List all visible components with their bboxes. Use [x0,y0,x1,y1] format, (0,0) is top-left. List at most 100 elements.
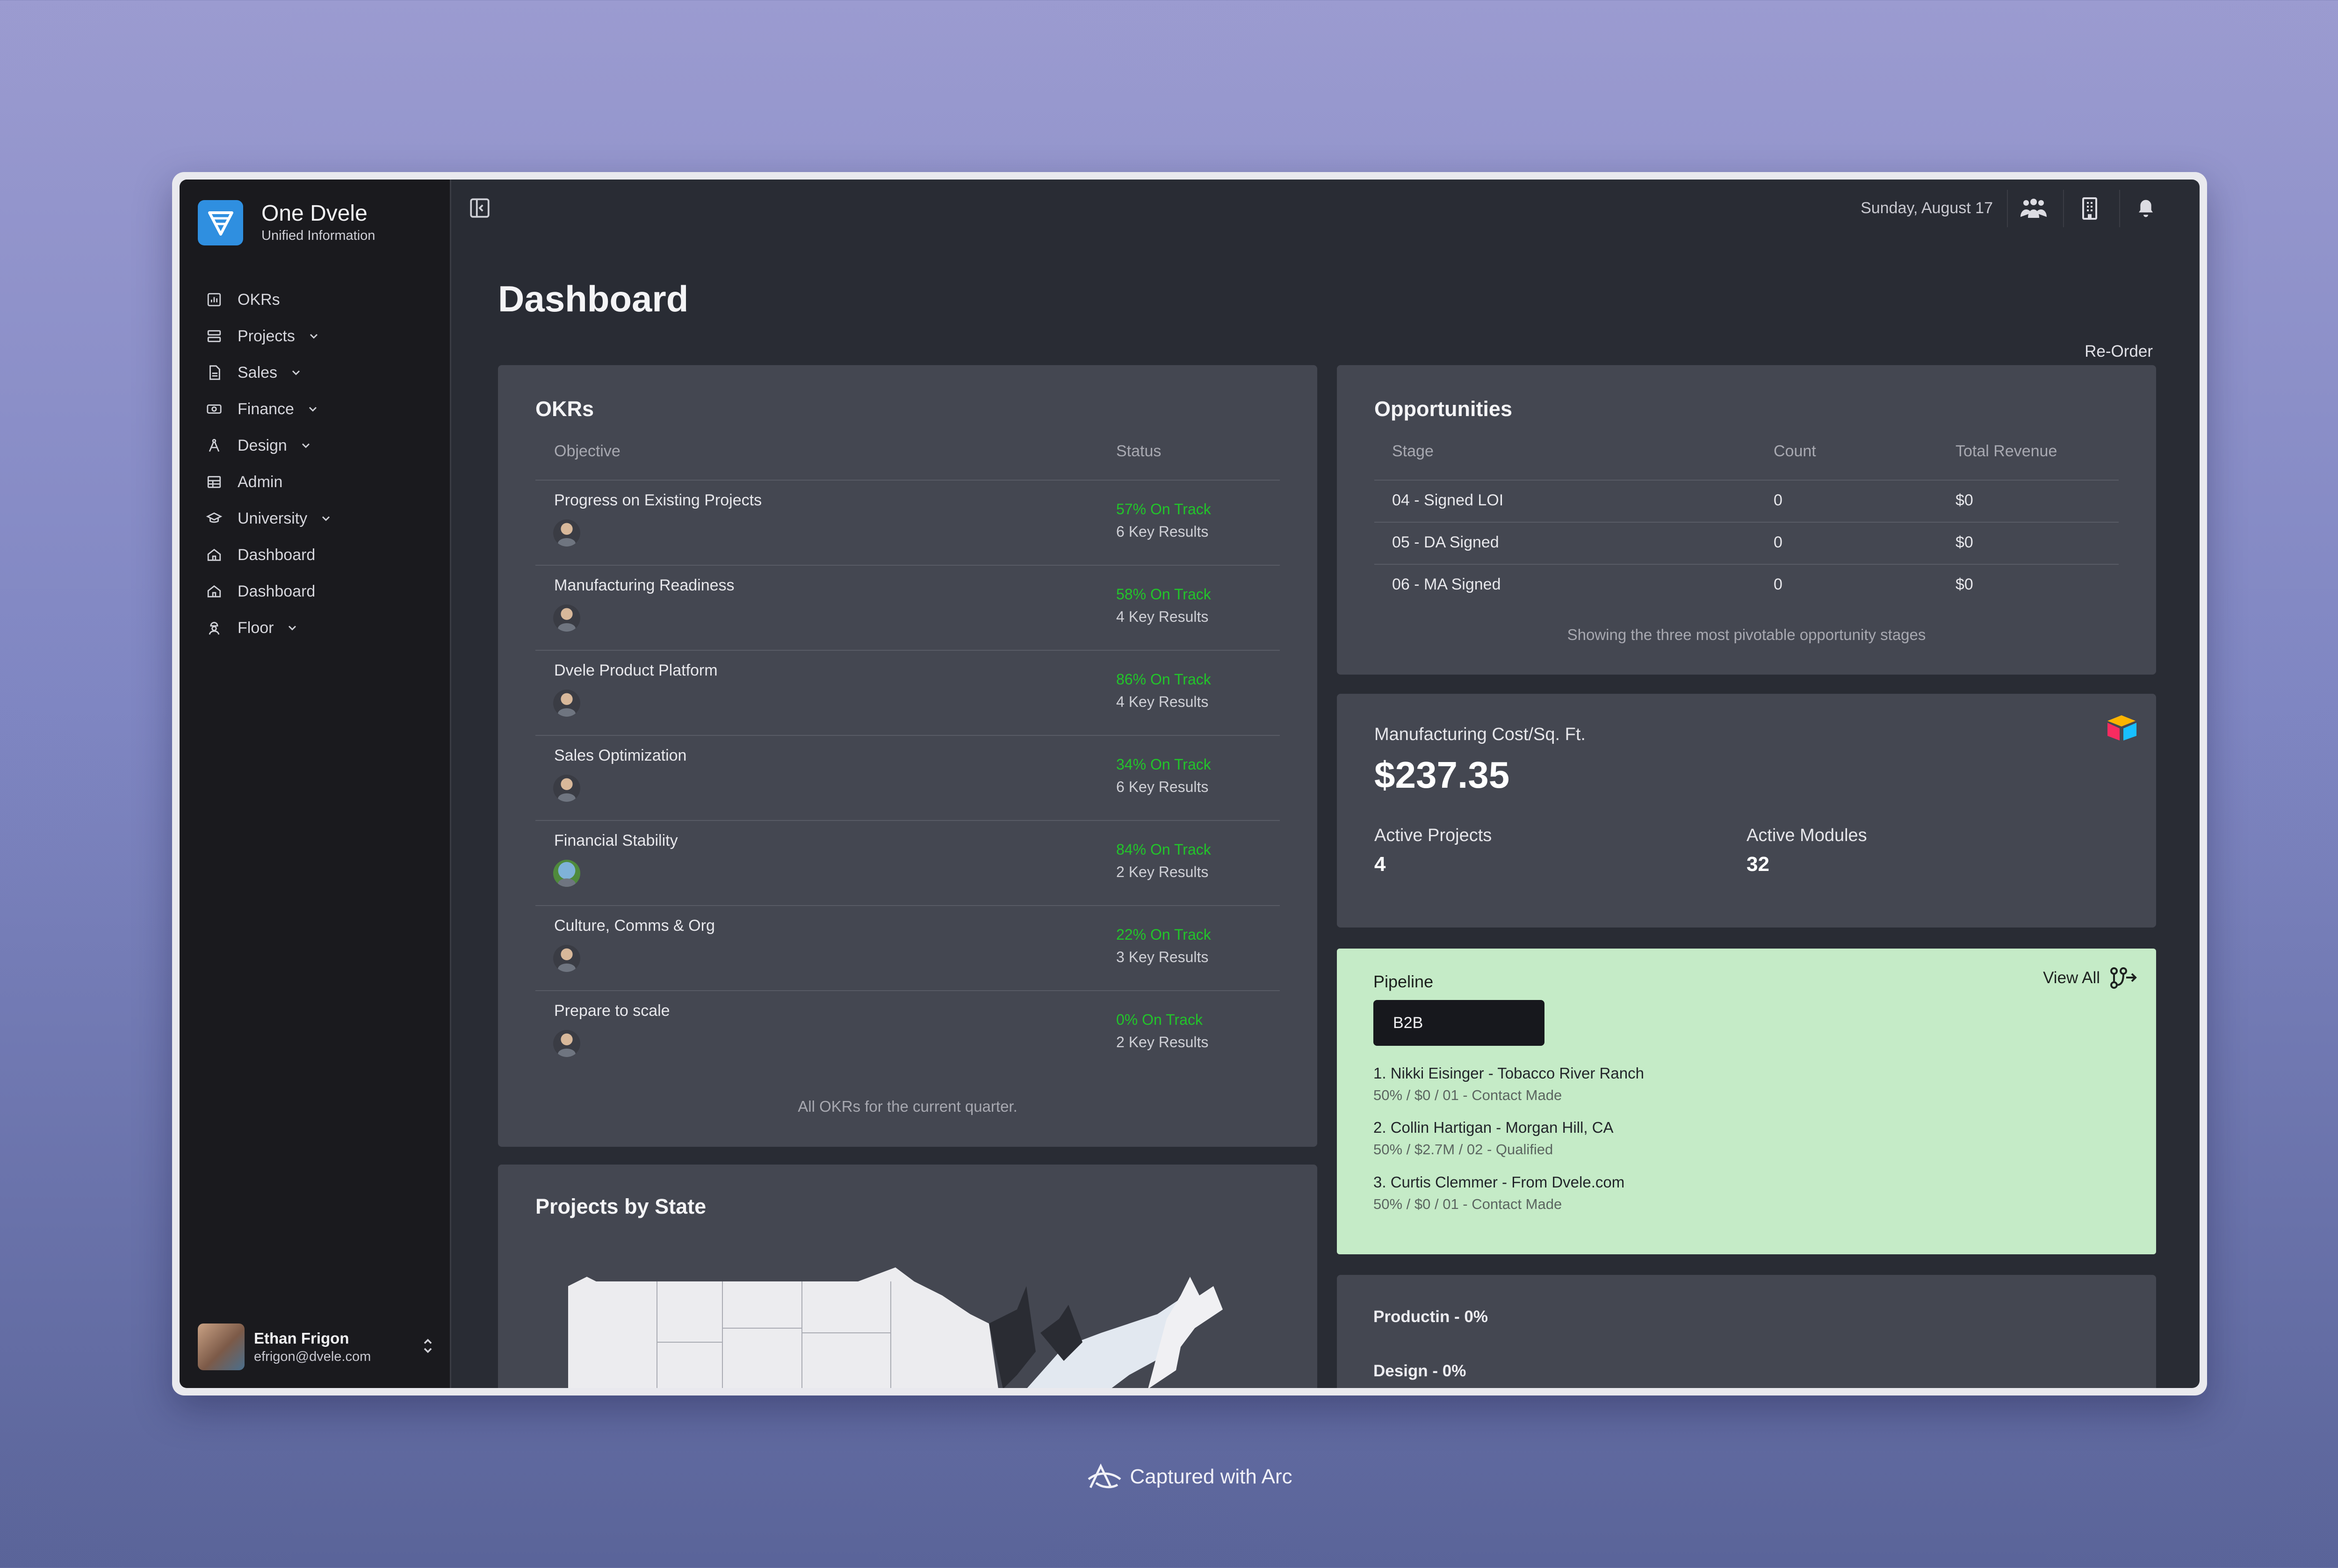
projects-icon [205,327,224,345]
divider [535,820,1280,821]
sidebar-nav: OKRs Projects Sales Finance Design Admin… [205,281,440,646]
okr-status-percent: 86% On Track [1116,671,1211,688]
avatar [553,690,580,717]
okr-key-results: 2 Key Results [1116,863,1209,880]
divider [535,990,1280,991]
building-icon[interactable] [2063,190,2115,227]
view-all-label: View All [2043,969,2100,987]
okr-key-results: 3 Key Results [1116,949,1209,965]
column-header-total-revenue: Total Revenue [1956,442,2057,460]
okr-objective: Prepare to scale [554,1002,670,1020]
sidebar-item-floor[interactable]: Floor [205,610,440,646]
brand-name: One Dvele [261,201,368,226]
sidebar-item-sales[interactable]: Sales [205,354,440,391]
sidebar-item-projects[interactable]: Projects [205,318,440,354]
okr-objective: Manufacturing Readiness [554,576,735,594]
brand[interactable]: One Dvele Unified Information [198,200,375,245]
reorder-button[interactable]: Re-Order [2085,342,2153,361]
opportunities-card: Opportunities Stage Count Total Revenue … [1337,365,2156,675]
team-icon[interactable] [2007,190,2059,227]
okr-objective: Dvele Product Platform [554,662,718,679]
okrs-footer-note: All OKRs for the current quarter. [798,1098,1017,1115]
pipeline-item-title: 2. Collin Hartigan - Morgan Hill, CA [1373,1119,1614,1136]
table-icon [205,473,224,491]
sidebar-item-label: Projects [238,327,295,345]
user-menu[interactable]: Ethan Frigon efrigon@dvele.com [198,1323,436,1370]
sidebar-item-label: Dashboard [238,582,316,600]
divider [535,565,1280,566]
sidebar-item-label: Admin [238,473,283,491]
divider [535,650,1280,651]
divider [535,905,1280,906]
chevron-down-icon [307,330,320,343]
bell-icon[interactable] [2119,190,2172,227]
sidebar-item-label: Dashboard [238,546,316,564]
pipeline-item-title: 1. Nikki Eisinger - Tobacco River Ranch [1373,1065,1644,1082]
opportunity-stage: 05 - DA Signed [1392,533,1499,551]
dvele-logo-icon [198,200,243,245]
opportunity-stage: 04 - Signed LOI [1392,491,1504,509]
view-all-link[interactable]: View All [2043,966,2137,990]
divider [1374,480,2119,481]
manufacturing-cost-value: $237.35 [1374,754,1510,796]
opportunity-count: 0 [1774,533,1782,551]
cash-icon [205,400,224,418]
avatar [198,1323,245,1370]
okr-status-percent: 22% On Track [1116,926,1211,943]
avatar [553,860,580,887]
okr-key-results: 6 Key Results [1116,523,1209,540]
airtable-logo-icon[interactable] [2106,713,2138,741]
user-email: efrigon@dvele.com [254,1349,371,1364]
divider [1374,522,2119,523]
sidebar-item-university[interactable]: University [205,500,440,537]
okr-status-percent: 57% On Track [1116,501,1211,518]
opportunity-revenue: $0 [1956,491,1973,509]
brand-subtitle: Unified Information [261,228,375,243]
arc-caption-text: Captured with Arc [1130,1465,1292,1488]
sidebar-item-okrs[interactable]: OKRs [205,281,440,318]
app-window: One Dvele Unified Information OKRs Proje… [180,180,2200,1388]
worker-icon [205,619,224,637]
active-modules-value: 32 [1746,853,1769,876]
browser-frame: One Dvele Unified Information OKRs Proje… [172,172,2207,1395]
opportunity-count: 0 [1774,491,1782,509]
okr-objective: Progress on Existing Projects [554,491,762,509]
workflow-icon [2110,967,2137,989]
design-progress-label: Design - 0% [1373,1362,1466,1380]
sidebar-item-label: Sales [238,363,278,381]
collapse-sidebar-button[interactable] [468,196,493,222]
main-content: Sunday, August 17 Dashboard Re-Order OKR… [451,180,2200,1388]
pipeline-item-details: 50% / $2.7M / 02 - Qualified [1373,1141,1553,1158]
sidebar-item-label: Floor [238,619,274,637]
pipeline-item-details: 50% / $0 / 01 - Contact Made [1373,1196,1562,1212]
sidebar-item-admin[interactable]: Admin [205,464,440,500]
chevrons-up-down-icon[interactable] [420,1337,436,1358]
okr-key-results: 6 Key Results [1116,778,1209,795]
pipeline-title: Pipeline [1373,972,1434,991]
pipeline-item-title: 3. Curtis Clemmer - From Dvele.com [1373,1173,1625,1191]
compass-icon [205,436,224,455]
topbar: Sunday, August 17 [451,180,2200,238]
avatar [553,519,580,547]
sidebar-item-dashboard-2[interactable]: Dashboard [205,573,440,610]
arc-caption: Captured with Arc [0,1462,2338,1491]
sidebar-item-dashboard[interactable]: Dashboard [205,537,440,573]
sidebar-item-label: Design [238,436,287,454]
opportunity-revenue: $0 [1956,575,1973,593]
opportunity-revenue: $0 [1956,533,1973,551]
projects-by-state-title: Projects by State [535,1194,707,1218]
okrs-card: OKRs Objective Status Progress on Existi… [498,365,1317,1147]
sidebar-item-finance[interactable]: Finance [205,391,440,427]
okrs-title: OKRs [535,397,594,421]
us-map[interactable] [568,1267,1232,1388]
chevron-down-icon [299,439,312,452]
okr-objective: Sales Optimization [554,747,687,764]
sidebar-item-label: OKRs [238,290,280,309]
graduation-cap-icon [205,509,224,528]
manufacturing-card: Manufacturing Cost/Sq. Ft. $237.35 Activ… [1337,694,2156,928]
pipeline-select[interactable]: B2B [1373,1000,1544,1046]
sidebar-item-design[interactable]: Design [205,427,440,464]
user-name: Ethan Frigon [254,1330,349,1347]
opportunities-footer-note: Showing the three most pivotable opportu… [1567,626,1926,643]
current-date: Sunday, August 17 [1861,199,1993,217]
